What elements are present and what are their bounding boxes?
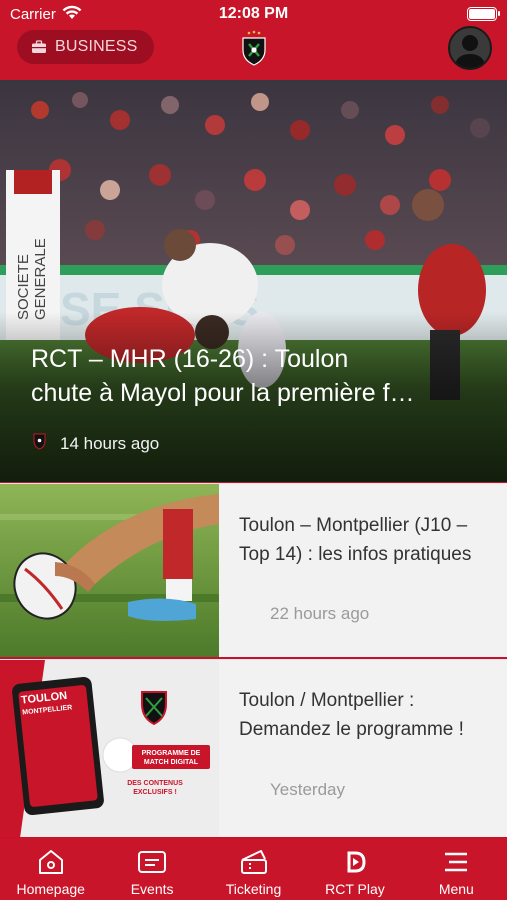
business-label: BUSINESS: [55, 38, 138, 55]
hero-time: 14 hours ago: [60, 433, 160, 453]
hero-title-line-2: chute à Mayol pour la première f…: [31, 379, 415, 407]
hero-title-line-1: RCT – MHR (16-26) : Toulon: [31, 345, 349, 373]
news-thumbnail: TOULON MONTPELLIER PROGRAMME DE MATCH DI…: [0, 660, 219, 837]
tab-ticketing-label: Ticketing: [225, 881, 282, 897]
caption-line-1: DES CONTENUS: [127, 780, 183, 787]
clock: 12:08 PM: [218, 5, 289, 22]
featured-article[interactable]: SE SENS SOCIETE GENERALE RCT – MHR (16-2…: [0, 80, 507, 482]
tab-homepage[interactable]: Homepage: [0, 838, 101, 900]
rct-logo-icon[interactable]: [241, 30, 267, 66]
briefcase-icon: [31, 40, 47, 54]
news-item[interactable]: TOULON MONTPELLIER PROGRAMME DE MATCH DI…: [0, 659, 507, 837]
news-thumbnail: [0, 484, 219, 657]
menu-icon: [441, 849, 471, 881]
news-title: Toulon / Montpellier : Demandez le progr…: [239, 690, 464, 740]
news-time: 22 hours ago: [270, 604, 370, 623]
badge-line-1: PROGRAMME DE: [142, 750, 201, 757]
profile-avatar-icon[interactable]: [448, 26, 492, 70]
home-icon: [37, 849, 65, 881]
battery-icon: [467, 7, 500, 21]
tab-events-label: Events: [130, 881, 174, 897]
status-bar: Carrier 12:08 PM: [0, 0, 507, 28]
news-item[interactable]: Toulon – Montpellier (J10 – Top 14) : le…: [0, 483, 507, 657]
sponsor-text-2: GENERALE: [32, 238, 49, 320]
news-time: Yesterday: [270, 780, 345, 799]
rct-small-logo-icon: [33, 432, 46, 455]
events-icon: [137, 849, 167, 881]
badge-line-2: MATCH DIGITAL: [144, 759, 199, 766]
tab-menu[interactable]: Menu: [406, 838, 507, 900]
tab-ticketing[interactable]: Ticketing: [203, 838, 304, 900]
hero-meta: 14 hours ago: [33, 432, 159, 455]
ticket-icon: [239, 849, 269, 881]
tab-events[interactable]: Events: [101, 838, 202, 900]
play-icon: [342, 849, 368, 881]
caption-line-2: EXCLUSIFS !: [133, 789, 177, 796]
top-bar: Carrier 12:08 PM BUSINESS: [0, 0, 507, 80]
hero-title: RCT – MHR (16-26) : Toulon chute à Mayol…: [31, 342, 491, 410]
business-button[interactable]: BUSINESS: [17, 30, 154, 64]
news-title: Toulon – Montpellier (J10 – Top 14) : le…: [239, 515, 472, 565]
sponsor-text-1: SOCIETE: [15, 254, 32, 320]
tab-homepage-label: Homepage: [16, 881, 85, 897]
tab-rct-play[interactable]: RCT Play: [304, 838, 405, 900]
tab-rct-play-label: RCT Play: [325, 881, 385, 897]
tab-menu-label: Menu: [438, 881, 474, 897]
bottom-tab-bar: Homepage Events Ticketing RCT Play Menu: [0, 838, 507, 900]
